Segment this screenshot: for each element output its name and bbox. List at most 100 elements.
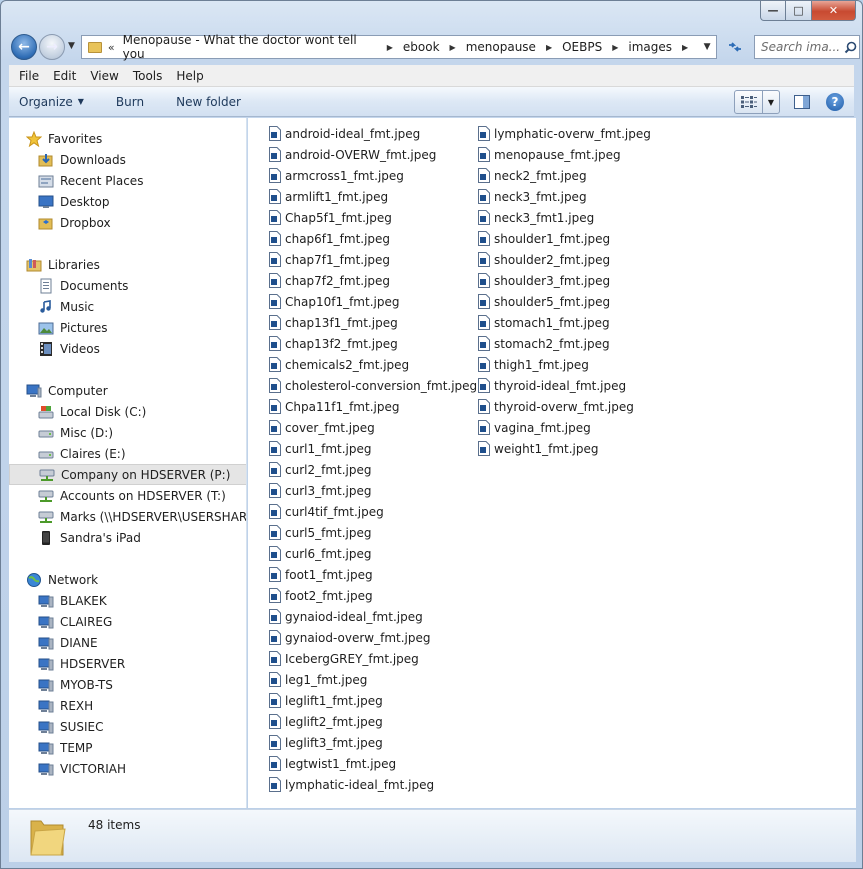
nav-group-favorites[interactable]: Favorites: [9, 128, 246, 149]
breadcrumb-item[interactable]: Menopause - What the doctor wont tell yo…: [123, 33, 377, 61]
file-item[interactable]: stomach1_fmt.jpeg: [478, 312, 651, 333]
close-button[interactable]: ✕: [812, 1, 856, 21]
nav-item[interactable]: Music: [9, 296, 246, 317]
file-item[interactable]: leg1_fmt.jpeg: [269, 669, 477, 690]
file-item[interactable]: leglift2_fmt.jpeg: [269, 711, 477, 732]
file-item[interactable]: chap13f2_fmt.jpeg: [269, 333, 477, 354]
file-item[interactable]: menopause_fmt.jpeg: [478, 144, 651, 165]
nav-item[interactable]: SUSIEC: [9, 716, 246, 737]
nav-item[interactable]: Local Disk (C:): [9, 401, 246, 422]
nav-item[interactable]: Recent Places: [9, 170, 246, 191]
file-item[interactable]: stomach2_fmt.jpeg: [478, 333, 651, 354]
file-item[interactable]: Chap10f1_fmt.jpeg: [269, 291, 477, 312]
file-item[interactable]: shoulder1_fmt.jpeg: [478, 228, 651, 249]
chevron-right-icon[interactable]: ▶: [682, 43, 688, 52]
back-button[interactable]: ←: [11, 34, 37, 60]
breadcrumb-overflow-button[interactable]: «: [108, 41, 115, 54]
file-item[interactable]: lymphatic-overw_fmt.jpeg: [478, 123, 651, 144]
menu-help[interactable]: Help: [169, 69, 210, 83]
nav-item[interactable]: Videos: [9, 338, 246, 359]
file-item[interactable]: chap7f2_fmt.jpeg: [269, 270, 477, 291]
chevron-right-icon[interactable]: ▶: [546, 43, 552, 52]
file-item[interactable]: lymphatic-ideal_fmt.jpeg: [269, 774, 477, 795]
burn-button[interactable]: Burn: [116, 95, 144, 109]
file-item[interactable]: cholesterol-conversion_fmt.jpeg: [269, 375, 477, 396]
file-item[interactable]: curl4tif_fmt.jpeg: [269, 501, 477, 522]
breadcrumb-item[interactable]: ebook: [403, 40, 440, 54]
file-item[interactable]: curl3_fmt.jpeg: [269, 480, 477, 501]
nav-item[interactable]: MYOB-TS: [9, 674, 246, 695]
file-item[interactable]: Chap5f1_fmt.jpeg: [269, 207, 477, 228]
nav-item[interactable]: CLAIREG: [9, 611, 246, 632]
search-input[interactable]: Search ima...: [761, 40, 841, 54]
file-item[interactable]: curl2_fmt.jpeg: [269, 459, 477, 480]
file-item[interactable]: Chpa11f1_fmt.jpeg: [269, 396, 477, 417]
search-box[interactable]: Search ima...: [754, 35, 860, 59]
breadcrumb-item[interactable]: OEBPS: [562, 40, 602, 54]
breadcrumb-item[interactable]: images: [628, 40, 672, 54]
file-item[interactable]: armcross1_fmt.jpeg: [269, 165, 477, 186]
file-item[interactable]: vagina_fmt.jpeg: [478, 417, 651, 438]
file-item[interactable]: cover_fmt.jpeg: [269, 417, 477, 438]
file-item[interactable]: leglift3_fmt.jpeg: [269, 732, 477, 753]
file-item[interactable]: curl6_fmt.jpeg: [269, 543, 477, 564]
file-item[interactable]: neck3_fmt1.jpeg: [478, 207, 651, 228]
file-item[interactable]: android-ideal_fmt.jpeg: [269, 123, 477, 144]
forward-button[interactable]: →: [39, 34, 65, 60]
nav-item[interactable]: Downloads: [9, 149, 246, 170]
nav-item[interactable]: VICTORIAH: [9, 758, 246, 779]
nav-item[interactable]: HDSERVER: [9, 653, 246, 674]
organize-button[interactable]: Organize ▼: [19, 95, 84, 109]
file-item[interactable]: thigh1_fmt.jpeg: [478, 354, 651, 375]
nav-item[interactable]: Desktop: [9, 191, 246, 212]
nav-item[interactable]: Company on HDSERVER (P:): [9, 464, 246, 485]
file-item[interactable]: gynaiod-ideal_fmt.jpeg: [269, 606, 477, 627]
file-item[interactable]: weight1_fmt.jpeg: [478, 438, 651, 459]
file-item[interactable]: android-OVERW_fmt.jpeg: [269, 144, 477, 165]
file-item[interactable]: chap6f1_fmt.jpeg: [269, 228, 477, 249]
chevron-down-icon[interactable]: ▼: [763, 98, 779, 107]
file-item[interactable]: foot1_fmt.jpeg: [269, 564, 477, 585]
menu-tools[interactable]: Tools: [126, 69, 170, 83]
search-icon[interactable]: [841, 41, 859, 54]
new-folder-button[interactable]: New folder: [176, 95, 241, 109]
file-item[interactable]: shoulder2_fmt.jpeg: [478, 249, 651, 270]
change-view-button[interactable]: ▼: [734, 90, 780, 114]
file-item[interactable]: gynaiod-overw_fmt.jpeg: [269, 627, 477, 648]
maximize-button[interactable]: □: [786, 1, 812, 21]
chevron-right-icon[interactable]: ▶: [612, 43, 618, 52]
nav-item[interactable]: TEMP: [9, 737, 246, 758]
file-item[interactable]: neck2_fmt.jpeg: [478, 165, 651, 186]
menu-file[interactable]: File: [12, 69, 46, 83]
file-item[interactable]: foot2_fmt.jpeg: [269, 585, 477, 606]
nav-item[interactable]: Sandra's iPad: [9, 527, 246, 548]
menu-view[interactable]: View: [83, 69, 125, 83]
file-item[interactable]: curl5_fmt.jpeg: [269, 522, 477, 543]
nav-item[interactable]: DIANE: [9, 632, 246, 653]
file-item[interactable]: armlift1_fmt.jpeg: [269, 186, 477, 207]
breadcrumb-item[interactable]: menopause: [466, 40, 536, 54]
nav-item[interactable]: Pictures: [9, 317, 246, 338]
minimize-button[interactable]: —: [760, 1, 786, 21]
file-item[interactable]: curl1_fmt.jpeg: [269, 438, 477, 459]
preview-pane-button[interactable]: [790, 90, 814, 114]
file-item[interactable]: chap13f1_fmt.jpeg: [269, 312, 477, 333]
nav-item[interactable]: Documents: [9, 275, 246, 296]
recent-pages-button[interactable]: ▼: [68, 41, 75, 51]
help-button[interactable]: ?: [826, 93, 844, 111]
file-item[interactable]: shoulder5_fmt.jpeg: [478, 291, 651, 312]
chevron-right-icon[interactable]: ▶: [387, 43, 393, 52]
file-item[interactable]: legtwist1_fmt.jpeg: [269, 753, 477, 774]
address-dropdown-button[interactable]: ▼: [698, 36, 716, 58]
file-item[interactable]: shoulder3_fmt.jpeg: [478, 270, 651, 291]
file-item[interactable]: chemicals2_fmt.jpeg: [269, 354, 477, 375]
nav-item[interactable]: REXH: [9, 695, 246, 716]
nav-item[interactable]: BLAKEK: [9, 590, 246, 611]
nav-item[interactable]: Marks (\\HDSERVER\USERSHARES): [9, 506, 246, 527]
file-item[interactable]: thyroid-ideal_fmt.jpeg: [478, 375, 651, 396]
nav-item[interactable]: Misc (D:): [9, 422, 246, 443]
nav-group-computer[interactable]: Computer: [9, 380, 246, 401]
nav-item[interactable]: Dropbox: [9, 212, 246, 233]
file-item[interactable]: IcebergGREY_fmt.jpeg: [269, 648, 477, 669]
nav-item[interactable]: Accounts on HDSERVER (T:): [9, 485, 246, 506]
